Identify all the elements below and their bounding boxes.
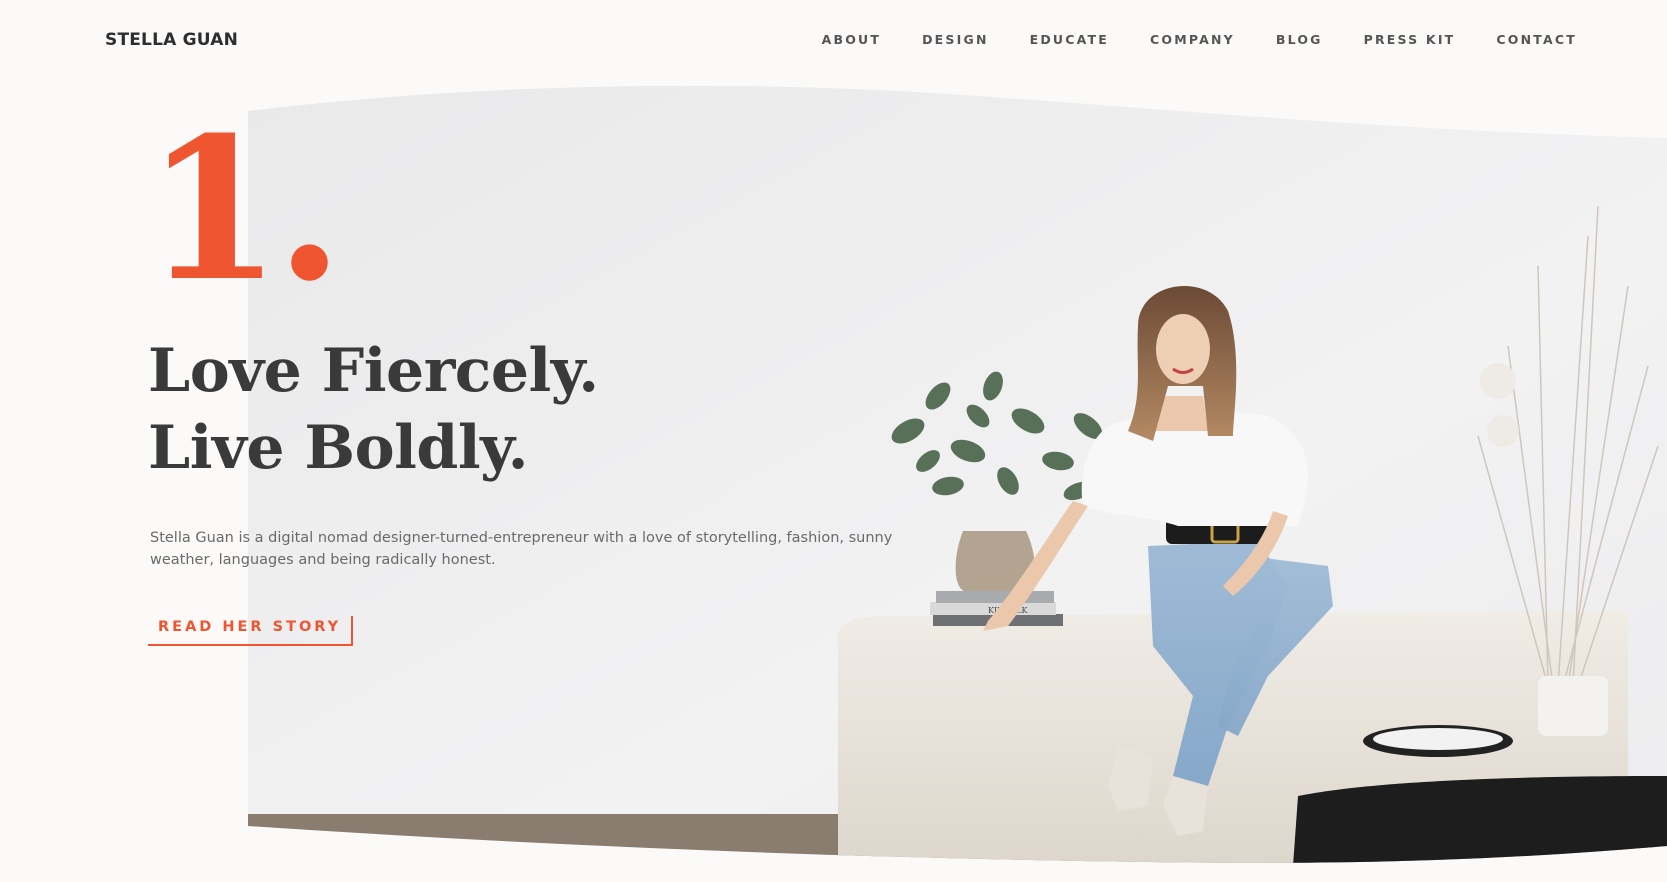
hero-intro: Stella Guan is a digital nomad designer-… bbox=[150, 530, 893, 568]
read-her-story-button[interactable]: READ HER STORY bbox=[148, 616, 354, 646]
nav-contact[interactable]: CONTACT bbox=[1496, 32, 1577, 47]
nav-design[interactable]: DESIGN bbox=[922, 32, 989, 47]
site-logo[interactable]: STELLA GUAN bbox=[105, 30, 238, 50]
hero-headline: Love Fiercely. Live Boldly. bbox=[148, 333, 599, 487]
nav-company[interactable]: COMPANY bbox=[1150, 32, 1235, 47]
page: STELLA GUAN ABOUT DESIGN EDUCATE COMPANY… bbox=[0, 0, 1667, 882]
nav-blog[interactable]: BLOG bbox=[1276, 32, 1323, 47]
nav-about[interactable]: ABOUT bbox=[822, 32, 882, 47]
headline-line-2: Live Boldly. bbox=[148, 413, 529, 483]
main-nav: ABOUT DESIGN EDUCATE COMPANY BLOG PRESS … bbox=[781, 32, 1577, 47]
nav-educate[interactable]: EDUCATE bbox=[1030, 32, 1109, 47]
headline-line-1: Love Fiercely. bbox=[148, 336, 599, 406]
hero-number: 1. bbox=[145, 95, 344, 325]
nav-press-kit[interactable]: PRESS KIT bbox=[1364, 32, 1456, 47]
